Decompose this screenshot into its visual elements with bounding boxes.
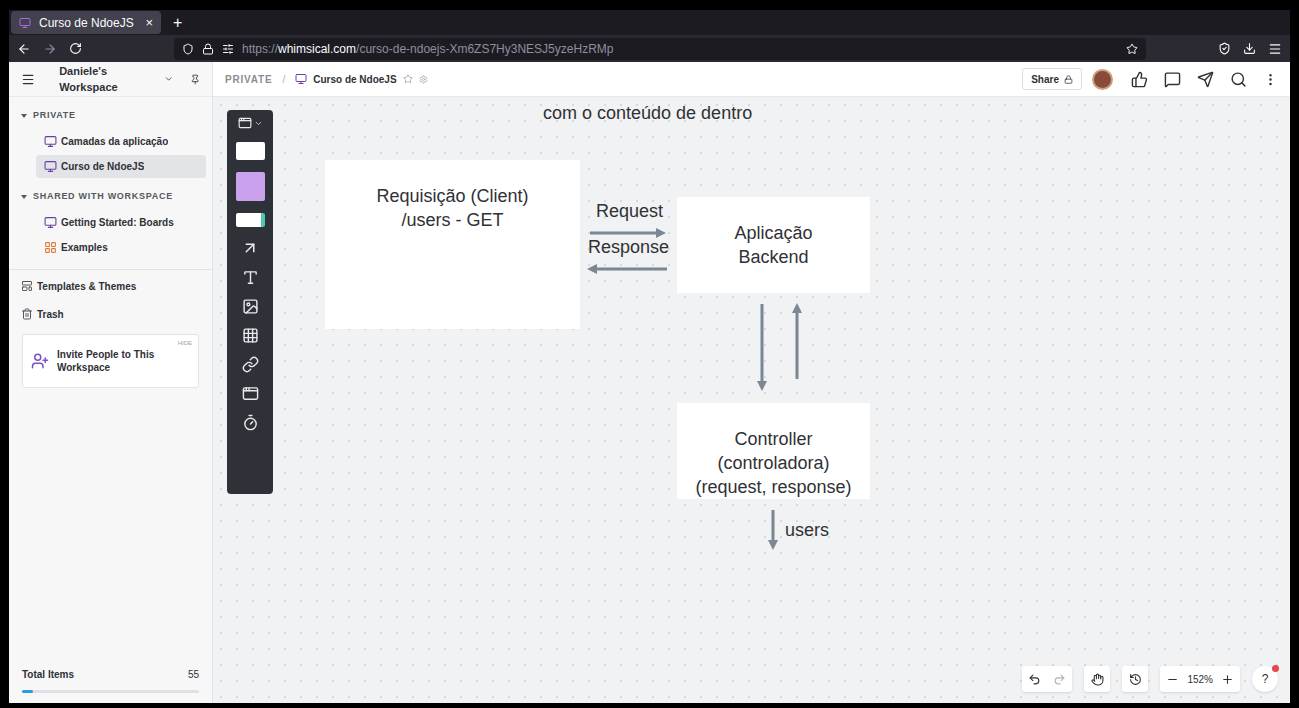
sidebar-item[interactable]: Camadas da aplicação: [36, 130, 206, 153]
usage-bar: [22, 690, 199, 693]
board-icon: [44, 216, 57, 229]
workspace-switcher[interactable]: Daniele's Workspace: [59, 63, 173, 96]
permissions-icon: [222, 43, 234, 55]
like-icon[interactable]: [1131, 71, 1148, 88]
nav-bar: https://whimsical.com/curso-de-ndoejs-Xm…: [9, 35, 1290, 62]
invite-icon: [31, 352, 49, 370]
toolbar: [227, 110, 273, 494]
url-bar[interactable]: https://whimsical.com/curso-de-ndoejs-Xm…: [174, 38, 1146, 60]
favorite-icon[interactable]: [403, 74, 413, 84]
new-tab-button[interactable]: +: [173, 11, 182, 35]
arrow-label[interactable]: users: [785, 517, 829, 544]
diagram-node[interactable]: Controller(controladora)(request, respon…: [677, 403, 870, 499]
app: Daniele's Workspace PRIVATE Camadas da apl…: [9, 62, 1290, 703]
canvas-caption[interactable]: com o conteúdo de dentro: [543, 100, 752, 127]
section-header[interactable]: SHARED WITH WORKSPACE: [9, 188, 212, 205]
connector-arrow-icon[interactable]: [587, 263, 667, 275]
connector-arrow-icon[interactable]: [767, 510, 779, 550]
browser-tab[interactable]: Curso de NdoeJS×: [11, 11, 161, 34]
sidebar-link[interactable]: Templates & Themes: [21, 278, 200, 294]
tab-bar: Curso de NdoeJS× +: [9, 10, 1290, 35]
screen: Curso de NdoeJS×+https://whimsical.com/c…: [0, 0, 1299, 708]
mindmap-tool[interactable]: [236, 213, 265, 227]
grid-icon: [44, 241, 57, 254]
settings-icon[interactable]: [419, 75, 428, 84]
publish-icon[interactable]: [1197, 71, 1214, 88]
trash-icon: [21, 308, 33, 320]
text-icon[interactable]: [242, 269, 259, 286]
section-icon[interactable]: [242, 385, 259, 402]
sidebar: Daniele's Workspace PRIVATE Camadas da apl…: [9, 62, 213, 703]
zoom-level[interactable]: 152%: [1187, 672, 1213, 687]
avatar[interactable]: [1092, 69, 1113, 90]
arrow-label[interactable]: Request: [596, 198, 663, 225]
more-icon[interactable]: [1263, 72, 1278, 87]
timer-icon[interactable]: [242, 414, 259, 431]
pin-icon[interactable]: [190, 74, 200, 85]
menu-icon[interactable]: [1268, 42, 1282, 56]
forward-icon[interactable]: [43, 42, 57, 56]
expand-icon: [21, 195, 27, 199]
hand-icon[interactable]: [1091, 673, 1104, 686]
templates-icon: [21, 280, 33, 292]
close-tab-button[interactable]: ×: [145, 13, 153, 33]
invite-card[interactable]: Invite People to This WorkspaceHIDE: [22, 334, 199, 388]
back-icon[interactable]: [17, 42, 31, 56]
expand-icon: [21, 114, 27, 118]
sidebar-section: PRIVATE Camadas da aplicaçãoCurso de Ndoe…: [9, 107, 212, 178]
zoom-out-icon[interactable]: [1166, 673, 1179, 686]
image-icon[interactable]: [242, 298, 259, 315]
section-header[interactable]: PRIVATE: [9, 107, 212, 124]
canvas[interactable]: com o conteúdo de dentro Requisição (Clie…: [213, 97, 1290, 703]
board-icon: [44, 135, 57, 148]
sticky-tool[interactable]: [236, 172, 265, 201]
bookmark-icon[interactable]: [1126, 43, 1138, 55]
redo-icon[interactable]: [1053, 673, 1066, 686]
sidebar-section: SHARED WITH WORKSPACE Getting Started: Bo…: [9, 188, 212, 259]
comment-icon[interactable]: [1164, 71, 1181, 88]
help-button[interactable]: ?: [1252, 666, 1278, 692]
connector-arrow-icon[interactable]: [590, 227, 666, 239]
collapse-sidebar-icon[interactable]: [21, 72, 35, 87]
pocket-icon[interactable]: [1218, 42, 1231, 55]
lock-icon: [202, 43, 214, 55]
lock-icon: [1064, 75, 1073, 84]
shield-icon: [182, 43, 194, 55]
reload-icon[interactable]: [69, 42, 82, 55]
total-items: Total Items55: [9, 667, 212, 703]
favicon-icon: [19, 17, 31, 29]
notification-dot: [1272, 665, 1279, 672]
shape-tool[interactable]: [236, 142, 265, 160]
undo-icon[interactable]: [1028, 673, 1041, 686]
search-icon[interactable]: [1230, 71, 1247, 88]
share-button[interactable]: Share: [1022, 68, 1082, 90]
sidebar-item[interactable]: Examples: [36, 236, 206, 259]
arrow-label[interactable]: Response: [588, 234, 669, 261]
board-header: PRIVATE/Curso de NdoeJSShare: [213, 62, 1290, 97]
canvas-controls: 152%?: [1022, 666, 1278, 692]
sidebar-item[interactable]: Getting Started: Boards: [36, 211, 206, 234]
diagram-node[interactable]: Requisição (Client)/users - GET: [325, 160, 580, 329]
history-icon[interactable]: [1129, 673, 1142, 686]
chevron-icon: [164, 74, 173, 84]
connector-arrow-icon[interactable]: [756, 304, 768, 391]
sidebar-link[interactable]: Trash: [21, 306, 200, 322]
hide-button[interactable]: HIDE: [178, 339, 192, 348]
board-icon: [44, 160, 57, 173]
link-icon[interactable]: [242, 356, 259, 373]
board-title[interactable]: Curso de NdoeJS: [313, 72, 396, 87]
download-icon[interactable]: [1243, 42, 1256, 55]
main: PRIVATE/Curso de NdoeJSSharecom o conteú…: [213, 62, 1290, 703]
chevron-icon: [254, 119, 263, 128]
connector-arrow-icon[interactable]: [791, 303, 803, 379]
components-icon[interactable]: [242, 327, 259, 344]
zoom-in-icon[interactable]: [1221, 673, 1234, 686]
diagram-node[interactable]: AplicaçãoBackend: [677, 197, 870, 293]
connector-icon[interactable]: [241, 239, 259, 257]
board-icon: [295, 73, 307, 85]
sidebar-item[interactable]: Curso de NdoeJS: [36, 155, 206, 178]
frame-icon[interactable]: [238, 116, 252, 130]
